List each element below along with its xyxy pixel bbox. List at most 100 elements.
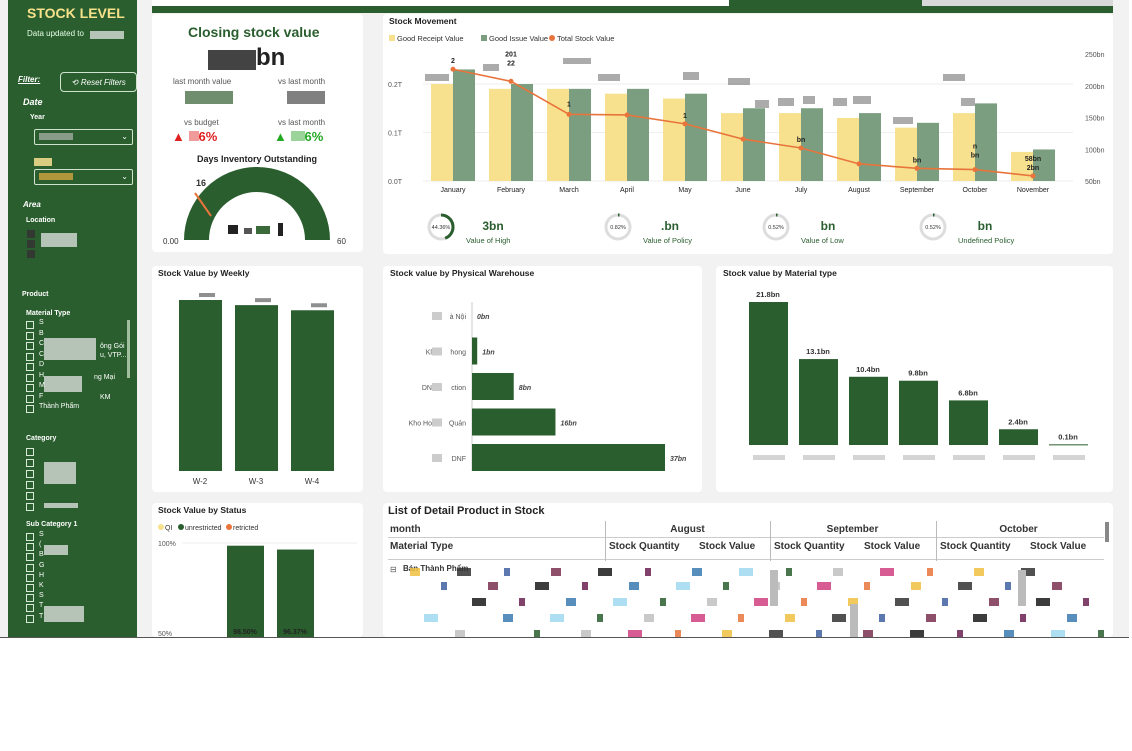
redacted-label [833,98,847,106]
sub-category-checkbox[interactable] [26,533,34,541]
material-item-fragment: u, VTP... [100,352,127,359]
table-scrollbar[interactable] [1105,522,1109,542]
material-checkbox[interactable] [26,405,34,413]
material-checkbox[interactable] [26,363,34,371]
category-checkbox[interactable] [26,470,34,478]
sub-category-checkbox[interactable] [26,584,34,592]
material-checkbox[interactable] [26,331,34,340]
warehouse-value: 8bn [519,385,531,392]
redacted-label [432,418,442,427]
redacted-category [903,455,935,460]
reset-filters-label: Reset Filters [80,77,126,87]
reset-filters-button[interactable]: ⟲ Reset Filters [60,72,137,92]
redacted-dio [228,225,238,234]
warehouse-label: à Nội [450,314,467,321]
weekly-label: W-4 [305,477,320,486]
warehouse-value: 16bn [560,421,576,428]
summary-label: Value of Low [801,236,844,245]
sub-column-header: Stock Value [1030,541,1087,552]
material-checkbox[interactable] [26,342,34,350]
redacted-cell [534,630,540,637]
sub-category-checkbox[interactable] [26,563,34,572]
receipt-bar [953,113,975,181]
redacted-cell [1083,598,1089,606]
redacted-cell [503,614,513,622]
material-checkbox[interactable] [26,321,34,329]
date-label: Date [23,97,43,107]
redacted-cell [1004,630,1014,637]
location-checkbox[interactable] [27,250,35,258]
sub-category-checkbox[interactable] [26,614,34,623]
location-checkbox[interactable] [27,240,35,248]
redacted-cell [566,598,576,606]
right-axis-tick: 50bn [1085,179,1101,186]
material-item: F [39,392,44,400]
category-checkbox[interactable] [26,459,34,467]
receipt-bar [489,88,511,181]
sub-category-checkbox[interactable] [26,543,34,552]
gauge-max: 60 [337,237,346,246]
expand-icon[interactable]: ⊟ [390,565,397,574]
material-item-fragment: ng Mại [94,374,116,381]
material-checkbox[interactable] [26,394,34,403]
sub-category-checkbox[interactable] [26,573,34,582]
data-label: 1 [567,101,571,108]
sub-category-item: T [39,602,44,610]
category-checkbox[interactable] [26,448,34,456]
legend-dot [549,35,555,41]
issue-bar [859,113,881,181]
dio-gauge: 16 0.00 60 [163,167,346,246]
sub-column-header: Stock Value [864,541,921,552]
redacted-cell [989,598,999,606]
redacted-cell [738,614,744,622]
issue-bar [569,88,591,181]
material-checkbox[interactable] [26,373,34,382]
category-checkbox[interactable] [26,481,34,489]
closing-stock-title: Closing stock value [188,24,320,40]
redacted-cell [410,568,420,576]
month-label: October [963,187,989,194]
redacted-label [425,74,449,81]
year-dropdown[interactable]: ⌄ [34,129,133,145]
material-item: D [39,361,45,368]
weekly-chart: W-2 W-3 W-4 [179,293,334,486]
weekly-label: W-3 [249,477,264,486]
material-value: 10.4bn [856,365,880,374]
material-checkbox[interactable] [26,384,34,392]
warehouse-label: DNF [452,456,466,463]
sub-category-checkbox[interactable] [26,594,34,603]
sub-category-checkbox[interactable] [26,553,34,562]
total-point [450,66,456,72]
redacted-cell [1051,630,1065,637]
redacted-cell [1067,614,1077,622]
legend-swatch [389,35,395,41]
legend-label: retricted [233,525,258,532]
month-label: June [735,187,750,194]
year-label: Year [30,114,45,121]
redacted-cell [628,630,642,637]
sub-category-checkbox[interactable] [26,604,34,613]
location-label: Location [26,217,56,224]
category-checkbox[interactable] [26,492,34,500]
material-item: S [39,319,44,326]
sub-category-item: T [39,612,44,620]
left-axis-tick: 0.1T [388,131,403,138]
material-checkbox[interactable] [26,352,34,361]
warehouse-bar [472,337,478,365]
closing-stock-value: bn [256,44,286,71]
redacted-cell [785,614,795,622]
redacted-cell [535,582,549,590]
location-checkbox[interactable] [27,230,35,238]
redacted-cell [927,568,933,576]
redacted-cell [816,630,822,637]
summary-label: Value of High [466,236,510,245]
redacted-label [483,64,499,71]
scrollbar[interactable] [127,320,130,378]
month-dropdown[interactable]: ⌄ [34,169,133,185]
material-value: 0.1bn [1058,432,1078,441]
divider [388,559,1104,560]
category-checkbox[interactable] [26,503,34,511]
data-label: 201 [505,51,517,58]
redacted-label [683,72,699,80]
data-updated-label: Data updated to [27,29,84,38]
